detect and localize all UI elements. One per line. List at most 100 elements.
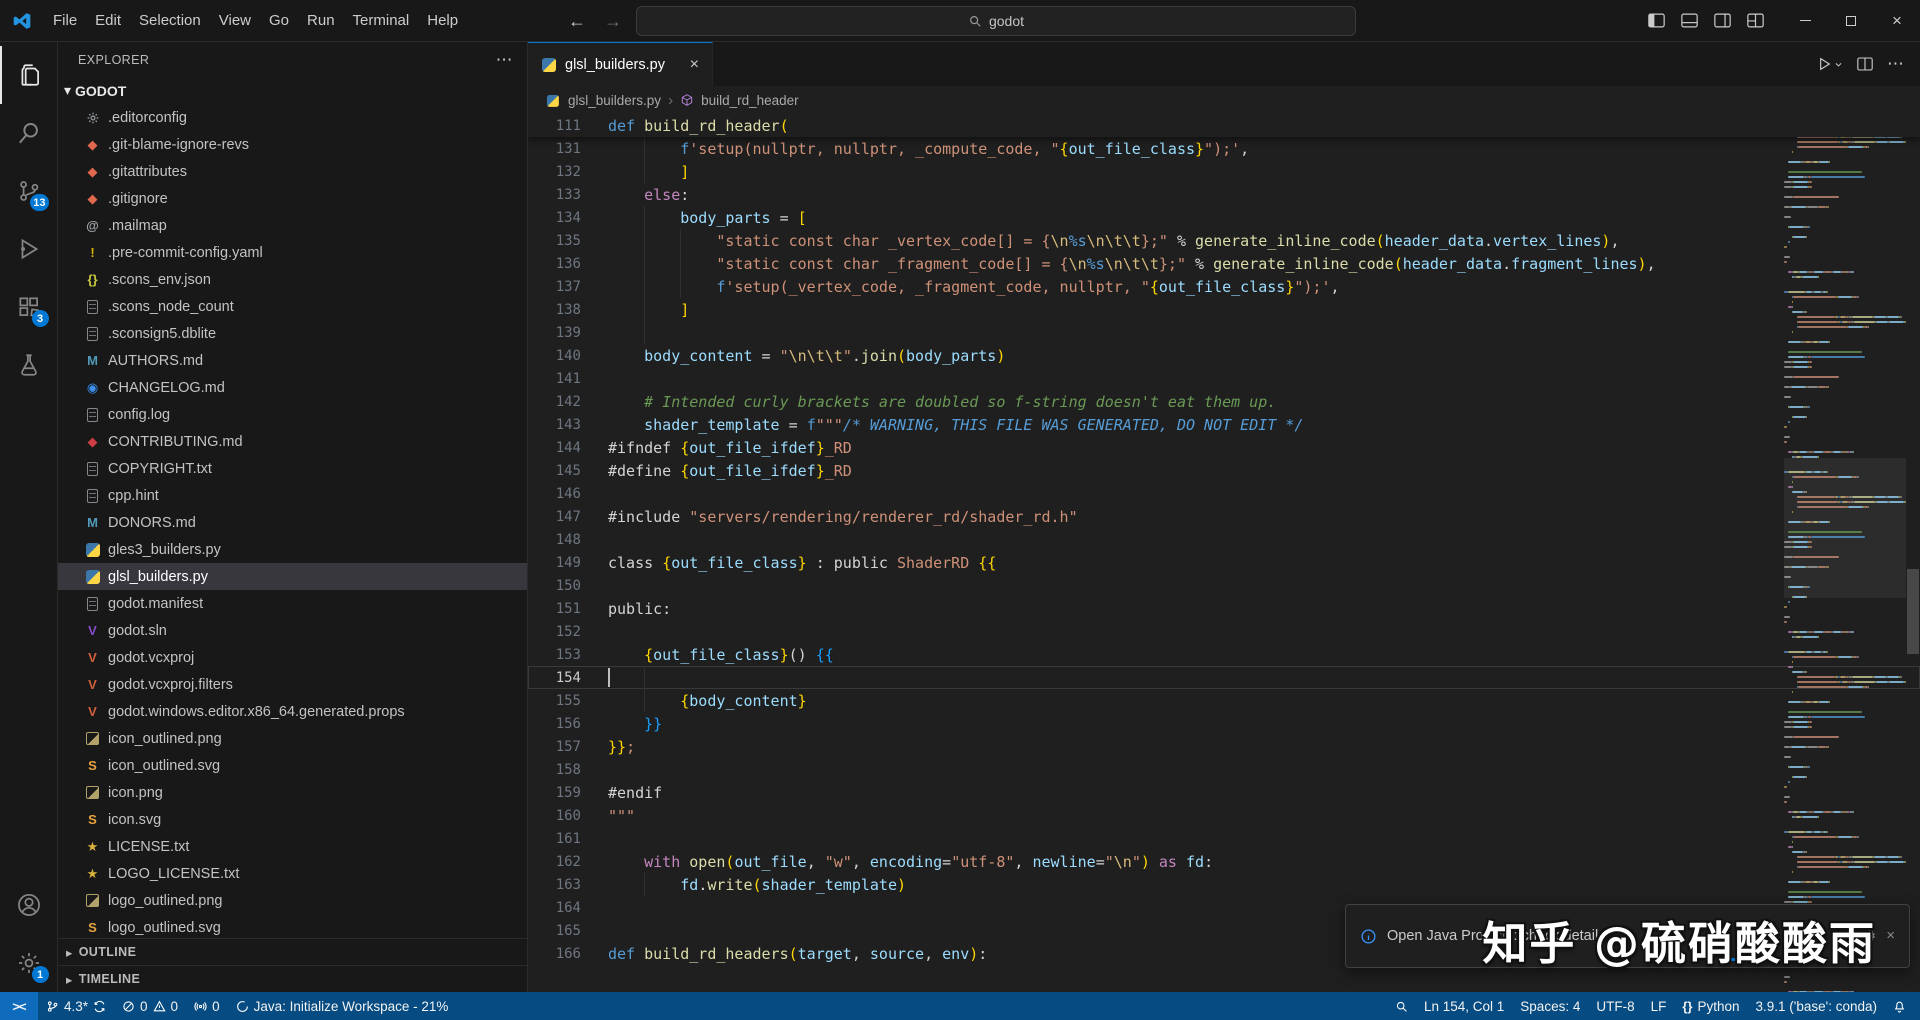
breadcrumb-symbol[interactable]: build_rd_header (701, 93, 799, 108)
line-number[interactable]: 150 (528, 578, 608, 594)
code-line[interactable]: 153 {out_file_class}() {{ (528, 643, 1920, 666)
file-.sconsign5.dblite[interactable]: .sconsign5.dblite (58, 320, 527, 347)
forward-button[interactable]: → (600, 11, 626, 32)
activity-explorer[interactable] (0, 46, 58, 104)
menu-help[interactable]: Help (418, 8, 467, 33)
code-line[interactable]: 149 class {out_file_class} : public Shade… (528, 551, 1920, 574)
status-ports[interactable]: 0 (186, 992, 228, 1020)
file-.scons_node_count[interactable]: .scons_node_count (58, 293, 527, 320)
minimap[interactable] (1784, 116, 1906, 992)
line-number[interactable]: 156 (528, 716, 608, 732)
menu-selection[interactable]: Selection (130, 8, 210, 33)
line-number[interactable]: 137 (528, 279, 608, 295)
status-cursor-position[interactable]: Ln 154, Col 1 (1416, 992, 1512, 1020)
timeline-section[interactable]: ▸ TIMELINE (58, 965, 527, 992)
breadcrumb-file[interactable]: glsl_builders.py (568, 93, 661, 108)
file-AUTHORS.md[interactable]: M AUTHORS.md (58, 347, 527, 374)
command-center-search[interactable]: godot (636, 6, 1356, 36)
code-line[interactable]: 144 #ifndef {out_file_ifdef}_RD (528, 436, 1920, 459)
file-DONORS.md[interactable]: M DONORS.md (58, 509, 527, 536)
file-godot.sln[interactable]: Vgodot.sln (58, 617, 527, 644)
line-number[interactable]: 152 (528, 624, 608, 640)
menu-go[interactable]: Go (260, 8, 298, 33)
file-config.log[interactable]: config.log (58, 401, 527, 428)
file-godot.vcxproj.filters[interactable]: Vgodot.vcxproj.filters (58, 671, 527, 698)
toggle-panel-icon[interactable] (1681, 13, 1698, 28)
code-line[interactable]: 143 shader_template = f"""/* WARNING, TH… (528, 413, 1920, 436)
status-encoding[interactable]: UTF-8 (1588, 992, 1642, 1020)
code-line[interactable]: 160 """ (528, 804, 1920, 827)
code-line[interactable]: 161 (528, 827, 1920, 850)
activity-search[interactable] (0, 104, 58, 162)
status-eol[interactable]: LF (1643, 992, 1675, 1020)
activity-settings[interactable]: 1 (0, 934, 58, 992)
file-glsl_builders.py[interactable]: glsl_builders.py (58, 563, 527, 590)
line-number[interactable]: 149 (528, 555, 608, 571)
code-line[interactable]: 135 "static const char _vertex_code[] = … (528, 229, 1920, 252)
line-number[interactable]: 132 (528, 164, 608, 180)
activity-testing[interactable] (0, 336, 58, 394)
code-line[interactable]: 150 (528, 574, 1920, 597)
code-line[interactable]: 163 fd.write(shader_template) (528, 873, 1920, 896)
code-line[interactable]: 147 #include "servers/rendering/renderer_… (528, 505, 1920, 528)
close-button[interactable]: × (1874, 0, 1920, 42)
file-LICENSE.txt[interactable]: ★ LICENSE.txt (58, 833, 527, 860)
line-number[interactable]: 133 (528, 187, 608, 203)
file-LOGO_LICENSE.txt[interactable]: ★ LOGO_LICENSE.txt (58, 860, 527, 887)
line-number[interactable]: 151 (528, 601, 608, 617)
tab-close-icon[interactable]: × (687, 56, 702, 74)
file-.scons_env.json[interactable]: {} .scons_env.json (58, 266, 527, 293)
maximize-button[interactable] (1828, 0, 1874, 42)
back-button[interactable]: ← (564, 11, 590, 32)
code-line[interactable]: 154 (528, 666, 1920, 689)
line-number[interactable]: 143 (528, 417, 608, 433)
code-line[interactable]: 139 (528, 321, 1920, 344)
activity-run-debug[interactable] (0, 220, 58, 278)
code-editor[interactable]: 111 def build_rd_header( 131 f'setup(null… (528, 114, 1920, 992)
code-line[interactable]: 162 with open(out_file, "w", encoding="u… (528, 850, 1920, 873)
code-line[interactable]: 141 (528, 367, 1920, 390)
file-.gitattributes[interactable]: ◆ .gitattributes (58, 158, 527, 185)
code-line[interactable]: 142 # Intended curly brackets are double… (528, 390, 1920, 413)
sticky-line[interactable]: 111 def build_rd_header( (528, 114, 1920, 137)
vertical-scrollbar[interactable] (1906, 114, 1920, 992)
line-number[interactable]: 158 (528, 762, 608, 778)
line-number[interactable]: 140 (528, 348, 608, 364)
menu-view[interactable]: View (210, 8, 260, 33)
line-number[interactable]: 160 (528, 808, 608, 824)
line-number[interactable]: 144 (528, 440, 608, 456)
status-language-mode[interactable]: {} Python (1674, 992, 1747, 1020)
code-line[interactable]: 132 ] (528, 160, 1920, 183)
status-notifications-bell[interactable] (1885, 992, 1914, 1020)
line-number[interactable]: 166 (528, 946, 608, 962)
line-number[interactable]: 159 (528, 785, 608, 801)
menu-terminal[interactable]: Terminal (344, 8, 419, 33)
file-icon.svg[interactable]: Sicon.svg (58, 806, 527, 833)
file-CONTRIBUTING.md[interactable]: ◆ CONTRIBUTING.md (58, 428, 527, 455)
file-icon.png[interactable]: icon.png (58, 779, 527, 806)
status-indentation[interactable]: Spaces: 4 (1512, 992, 1588, 1020)
file-gles3_builders.py[interactable]: gles3_builders.py (58, 536, 527, 563)
status-search-status[interactable] (1387, 992, 1416, 1020)
file-.gitignore[interactable]: ◆ .gitignore (58, 185, 527, 212)
file-logo_outlined.svg[interactable]: Slogo_outlined.svg (58, 914, 527, 938)
code-line[interactable]: 157}}; (528, 735, 1920, 758)
status-java-status[interactable]: Java: Initialize Workspace - 21% (228, 992, 457, 1020)
line-number[interactable]: 145 (528, 463, 608, 479)
editor-more-actions-icon[interactable]: ⋯ (1887, 54, 1904, 74)
file-godot.windows.editor.x86_64.generated.props[interactable]: Vgodot.windows.editor.x86_64.generated.p… (58, 698, 527, 725)
code-line[interactable]: 159 #endif (528, 781, 1920, 804)
explorer-actions-icon[interactable]: ⋯ (496, 50, 513, 70)
file-COPYRIGHT.txt[interactable]: COPYRIGHT.txt (58, 455, 527, 482)
line-number[interactable]: 142 (528, 394, 608, 410)
run-python-button[interactable] (1816, 56, 1843, 72)
menu-file[interactable]: File (44, 8, 86, 33)
toggle-secondary-sidebar-icon[interactable] (1714, 13, 1731, 28)
line-number[interactable]: 135 (528, 233, 608, 249)
line-number[interactable]: 164 (528, 900, 608, 916)
code-line[interactable]: 133 else: (528, 183, 1920, 206)
line-number[interactable]: 153 (528, 647, 608, 663)
code-line[interactable]: 156 }} (528, 712, 1920, 735)
status-remote-indicator[interactable]: >< (0, 992, 38, 1020)
file-icon_outlined.png[interactable]: icon_outlined.png (58, 725, 527, 752)
